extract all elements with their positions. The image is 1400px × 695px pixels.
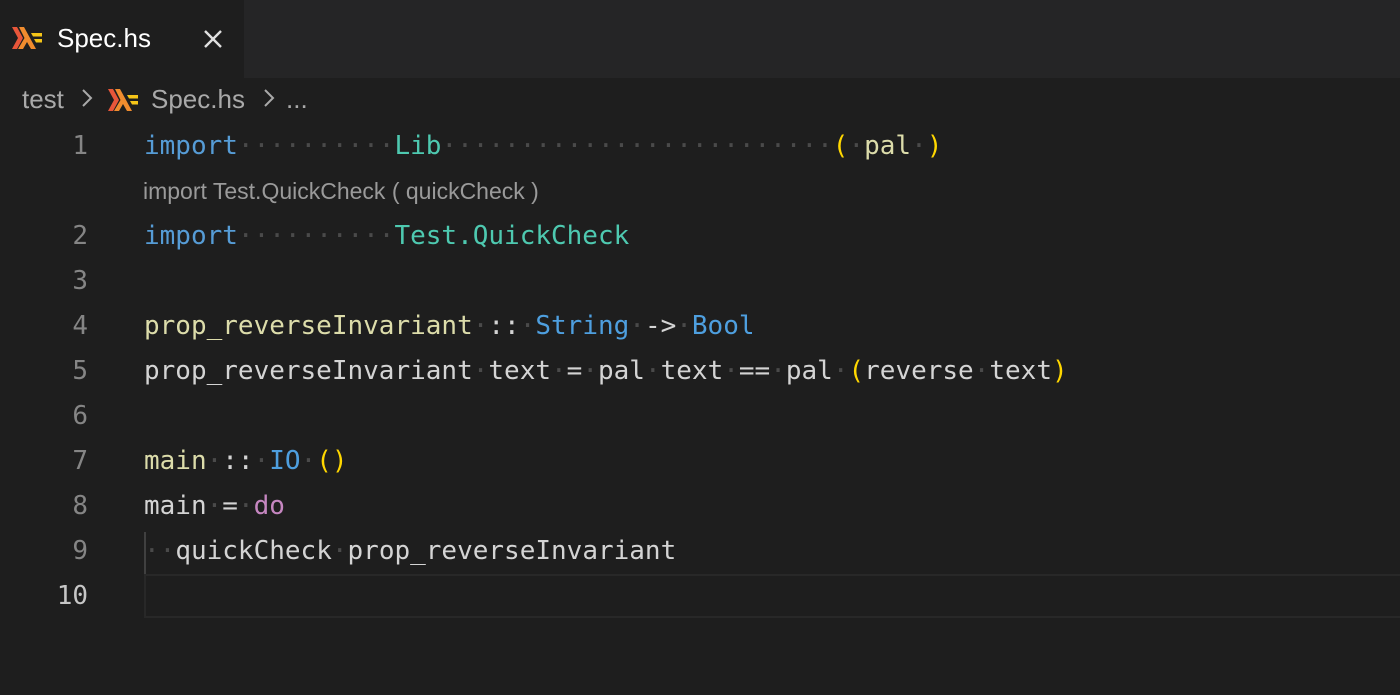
line-number: 7 bbox=[72, 446, 88, 476]
keyword-do: do bbox=[253, 491, 285, 521]
bracket: ( bbox=[848, 356, 865, 386]
code-line-4[interactable]: prop_reverseInvariant·::·String·->·Bool bbox=[144, 306, 755, 346]
code-line-7[interactable]: main·::·IO·() bbox=[144, 441, 348, 481]
identifier: text bbox=[488, 356, 552, 386]
line-number: 1 bbox=[72, 131, 88, 161]
keyword-import: import bbox=[144, 131, 238, 161]
code-line-2[interactable]: import··········Test.QuickCheck bbox=[144, 216, 629, 256]
breadcrumb-folder[interactable]: test bbox=[22, 82, 64, 116]
line-number-active: 10 bbox=[56, 581, 88, 611]
identifier: text bbox=[660, 356, 724, 386]
operator: = bbox=[222, 491, 238, 521]
type-name: IO bbox=[269, 446, 301, 476]
line-number: 5 bbox=[72, 356, 88, 386]
identifier: main bbox=[144, 491, 207, 521]
bracket: ( bbox=[832, 131, 849, 161]
module-name: Lib bbox=[394, 131, 442, 161]
chevron-right-icon bbox=[80, 84, 94, 117]
type-name: Bool bbox=[691, 311, 755, 341]
bracket: ) bbox=[926, 131, 943, 161]
type-name: String bbox=[535, 311, 630, 341]
function-name: prop_reverseInvariant bbox=[144, 311, 473, 341]
line-number: 6 bbox=[72, 401, 88, 431]
identifier: text bbox=[989, 356, 1052, 386]
operator: = bbox=[566, 356, 583, 386]
identifier: prop_reverseInvariant bbox=[347, 536, 677, 566]
chevron-right-icon bbox=[262, 84, 276, 117]
codelens-import-hint[interactable]: import Test.QuickCheck ( quickCheck ) bbox=[143, 176, 539, 206]
breadcrumb-more[interactable]: ... bbox=[286, 82, 308, 116]
operator: :: bbox=[488, 311, 520, 341]
line-number: 2 bbox=[72, 221, 88, 251]
code-line-1[interactable]: import··········Lib·····················… bbox=[144, 126, 942, 166]
code-editor[interactable]: 1 2 3 4 5 6 7 8 9 10 import··········Lib… bbox=[0, 120, 1400, 695]
haskell-logo-icon bbox=[108, 89, 138, 116]
line-number: 8 bbox=[72, 491, 88, 521]
code-line-8[interactable]: main·=·do bbox=[144, 486, 285, 526]
keyword-import: import bbox=[144, 221, 238, 251]
operator: == bbox=[738, 356, 771, 386]
operator: -> bbox=[644, 311, 677, 341]
breadcrumb-file[interactable]: Spec.hs bbox=[151, 82, 245, 116]
bracket: () bbox=[316, 446, 348, 476]
identifier: quickCheck bbox=[175, 536, 332, 566]
tab-bar: Spec.hs bbox=[0, 0, 1400, 78]
code-line-5[interactable]: prop_reverseInvariant·text·=·pal·text·==… bbox=[144, 351, 1068, 391]
operator: :: bbox=[222, 446, 254, 476]
function-name: prop_reverseInvariant bbox=[144, 356, 473, 386]
import-item: pal bbox=[864, 131, 912, 161]
breadcrumb: test Spec.hs ... bbox=[22, 80, 1392, 118]
function-name: main bbox=[144, 446, 207, 476]
identifier: reverse bbox=[864, 356, 974, 386]
line-number: 3 bbox=[72, 266, 88, 296]
haskell-logo-icon bbox=[12, 27, 42, 54]
bracket: ) bbox=[1052, 356, 1068, 386]
module-name: Test.QuickCheck bbox=[394, 221, 630, 251]
current-line-highlight bbox=[144, 574, 1400, 618]
identifier: pal bbox=[785, 356, 833, 386]
line-number: 9 bbox=[72, 536, 88, 566]
code-line-9[interactable]: ··quickCheck·prop_reverseInvariant bbox=[144, 531, 676, 571]
close-icon[interactable] bbox=[198, 24, 228, 54]
tab-label: Spec.hs bbox=[57, 23, 151, 53]
line-number: 4 bbox=[72, 311, 88, 341]
tab-spec-hs[interactable]: Spec.hs bbox=[0, 0, 244, 78]
identifier: pal bbox=[597, 356, 645, 386]
